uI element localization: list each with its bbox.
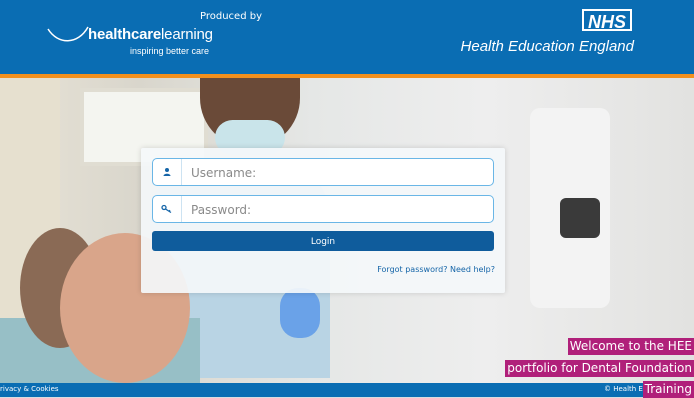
brand-light-text: learning — [161, 26, 213, 43]
privacy-cookies-link[interactable]: rivacy & Cookies — [0, 385, 59, 393]
brand-bold-text: healthcare — [88, 26, 162, 43]
swoosh-logo-icon — [47, 26, 89, 42]
help-links: Forgot password? Need help? — [377, 265, 495, 274]
hee-title: Health Education England — [460, 38, 634, 55]
healthcare-learning-logo[interactable]: healthcarelearning — [88, 26, 213, 43]
copyright-text: © Health E — [604, 385, 643, 393]
welcome-line-2-wrap: portfolio for Dental Foundation — [505, 357, 694, 377]
login-button[interactable]: Login — [152, 231, 494, 251]
username-field[interactable] — [152, 158, 494, 187]
nhs-logo[interactable]: NHS — [582, 9, 632, 32]
key-icon — [153, 196, 182, 222]
password-input[interactable] — [189, 196, 489, 224]
need-help-link[interactable]: Need help? — [450, 265, 495, 274]
password-field[interactable] — [152, 195, 494, 224]
brand-tagline: inspiring better care — [130, 46, 210, 56]
welcome-line-1-wrap: Welcome to the HEE — [567, 335, 694, 355]
dental-lamp-head — [560, 198, 600, 238]
welcome-line-1: Welcome to the HEE — [567, 338, 694, 355]
username-input[interactable] — [189, 159, 489, 187]
forgot-password-link[interactable]: Forgot password? — [377, 265, 447, 274]
login-panel: Login Forgot password? Need help? — [141, 148, 505, 293]
site-header: Produced by healthcarelearning inspiring… — [0, 0, 694, 76]
site-footer: rivacy & Cookies © Health E — [0, 383, 694, 397]
glove-shape — [280, 288, 320, 338]
produced-by-text: Produced by — [200, 11, 262, 22]
welcome-line-2: portfolio for Dental Foundation — [505, 360, 694, 377]
welcome-line-3-wrap: Training — [642, 378, 694, 398]
user-icon — [153, 159, 182, 185]
welcome-line-3: Training — [642, 381, 694, 398]
